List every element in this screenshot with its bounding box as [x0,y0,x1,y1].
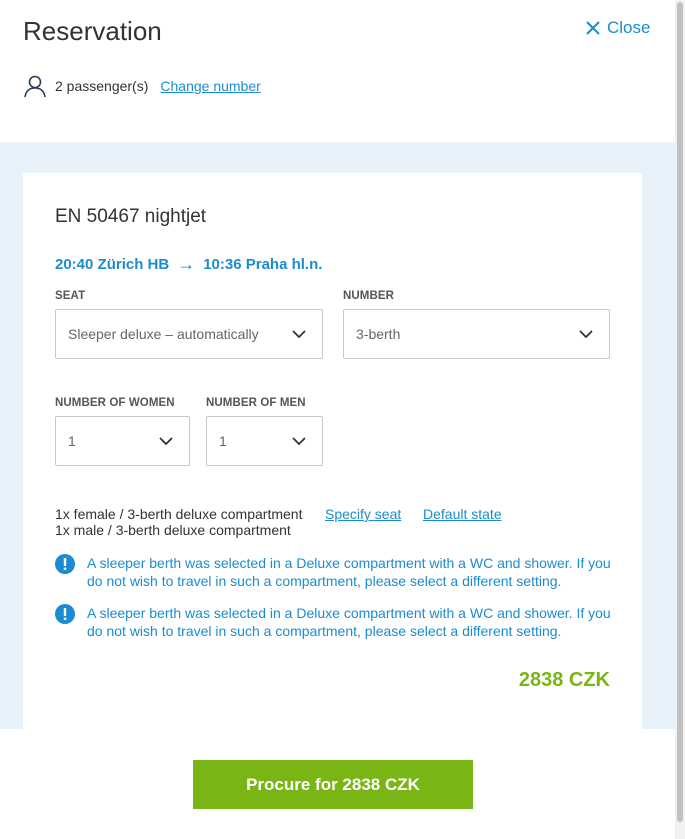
reservation-header: Reservation Close 2 passenger(s) Change … [0,0,675,142]
compartment-summary: 1x female / 3-berth deluxe compartment 1… [55,506,302,538]
procure-button[interactable]: Procure for 2838 CZK [193,760,473,809]
women-label: NUMBER OF WOMEN [55,397,175,409]
user-icon [24,75,46,98]
women-select-value: 1 [68,433,76,449]
scrollbar-thumb[interactable] [677,2,683,822]
seat-select-value: Sleeper deluxe – automatically [68,326,259,342]
seat-label: SEAT [55,290,86,302]
close-label: Close [607,18,651,37]
passenger-count: 2 passenger(s) Change number [23,74,261,98]
women-select[interactable]: 1 [55,416,190,466]
info-notice: A sleeper berth was selected in a Deluxe… [55,604,615,640]
compartment-line-female: 1x female / 3-berth deluxe compartment [55,506,303,522]
arrow-right-icon: → [177,254,196,274]
men-label: NUMBER OF MEN [206,397,306,409]
train-name: EN 50467 nightjet [55,206,207,227]
change-number-link[interactable]: Change number [160,78,260,94]
seat-select[interactable]: Sleeper deluxe – automatically [55,309,323,359]
men-select[interactable]: 1 [206,416,323,466]
page-title: Reservation [23,16,162,46]
chevron-down-icon [159,437,173,446]
close-icon [586,21,600,35]
chevron-down-icon [579,330,593,339]
info-icon [55,604,75,624]
men-select-value: 1 [219,433,227,449]
number-label: NUMBER [343,290,395,302]
notice-text: A sleeper berth was selected in a Deluxe… [87,605,611,639]
scrollbar[interactable] [675,0,685,839]
notice-text: A sleeper berth was selected in a Deluxe… [87,555,611,589]
info-icon [55,554,75,574]
chevron-down-icon [292,330,306,339]
specify-seat-link[interactable]: Specify seat [325,506,401,522]
arrival: 10:36 Praha hl.n. [203,256,323,273]
info-notice: A sleeper berth was selected in a Deluxe… [55,554,615,590]
default-state-link[interactable]: Default state [423,506,502,522]
compartment-line-male: 1x male / 3-berth deluxe compartment [55,522,291,538]
number-select[interactable]: 3-berth [343,309,610,359]
departure: 20:40 Zürich HB [55,256,170,273]
close-button[interactable]: Close [585,18,650,38]
passenger-count-text: 2 passenger(s) [55,78,149,94]
total-price: 2838 CZK [518,669,610,691]
number-select-value: 3-berth [356,326,401,342]
chevron-down-icon [292,437,306,446]
train-route: 20:40 Zürich HB → 10:36 Praha hl.n. [55,254,322,275]
